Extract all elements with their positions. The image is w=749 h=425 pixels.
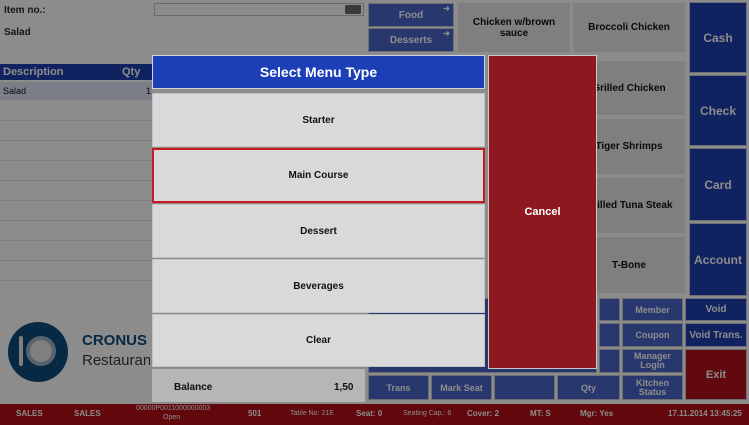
- option-beverages[interactable]: Beverages: [152, 259, 485, 313]
- option-main-course[interactable]: Main Course: [152, 148, 485, 203]
- option-starter[interactable]: Starter: [152, 93, 485, 147]
- option-clear[interactable]: Clear: [152, 314, 485, 367]
- balance-value: 1,50: [334, 382, 354, 393]
- dialog-title: Select Menu Type: [152, 55, 485, 89]
- balance-label: Balance: [174, 382, 213, 393]
- cancel-button[interactable]: Cancel: [488, 55, 597, 369]
- balance-bar: Balance 1,50: [152, 369, 365, 402]
- option-dessert[interactable]: Dessert: [152, 204, 485, 258]
